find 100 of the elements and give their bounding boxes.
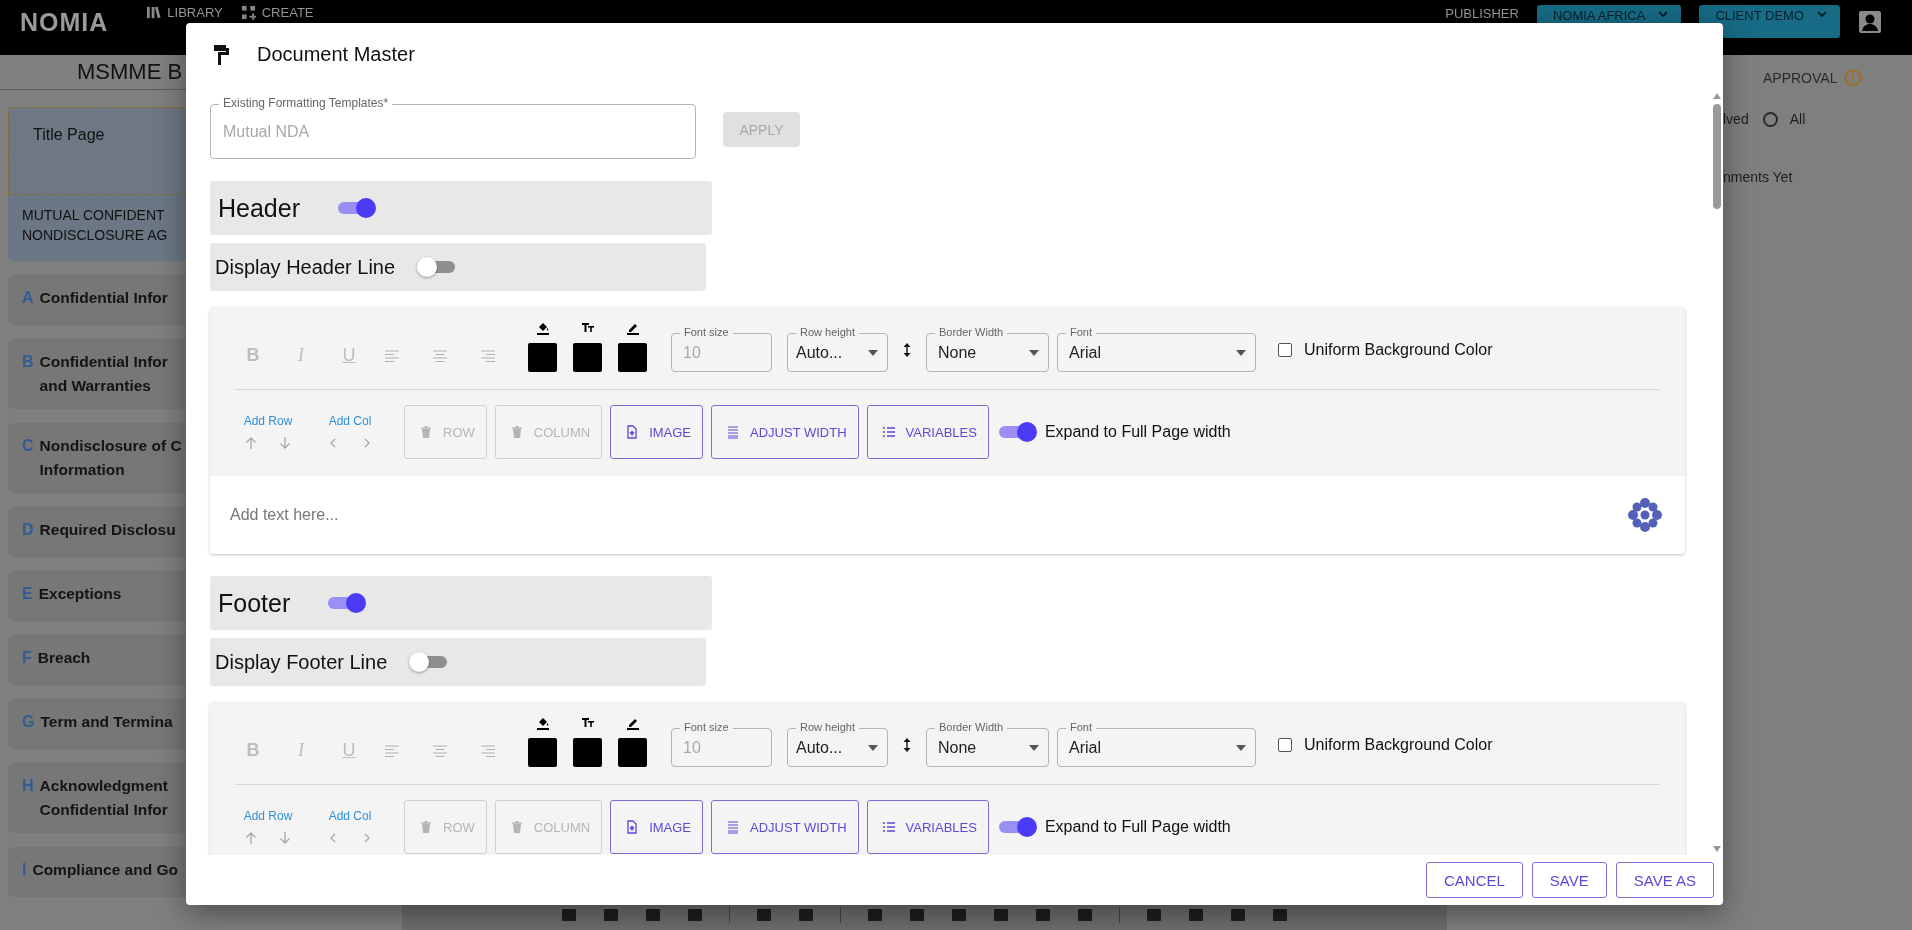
section-title: Confidential Infor <box>39 353 168 371</box>
section-heading: Footer <box>218 588 291 618</box>
text-placeholder: Add text here... <box>230 506 339 524</box>
section-letter: E <box>22 585 33 604</box>
border-width-select[interactable]: Border Width None <box>926 326 1049 372</box>
toolbar-icon[interactable] <box>756 908 772 922</box>
user-icon[interactable] <box>1858 10 1882 34</box>
section-letter: G <box>22 713 35 732</box>
toolbar-icon[interactable] <box>603 908 619 922</box>
font-select[interactable]: Font Arial <box>1057 721 1256 767</box>
file-upload-icon <box>625 820 640 834</box>
toolbar-icon[interactable] <box>1230 908 1246 922</box>
checkbox[interactable] <box>1278 738 1292 752</box>
arrow-up-icon[interactable] <box>244 436 258 450</box>
arrow-up-icon[interactable] <box>244 831 258 845</box>
add-link[interactable]: Add Row <box>243 414 293 428</box>
arrow-down-icon[interactable] <box>278 436 292 450</box>
warning-icon <box>1844 69 1863 87</box>
action-button[interactable]: IMAGE <box>610 405 704 459</box>
field-label: Existing Formatting Templates* <box>219 97 393 110</box>
toolbar-icon[interactable] <box>1188 908 1204 922</box>
color-swatch[interactable] <box>618 343 647 372</box>
toolbar-icon[interactable] <box>951 908 967 922</box>
color-swatch[interactable] <box>618 738 647 767</box>
document-title: MSMME B <box>77 59 183 86</box>
action-button[interactable]: VARIABLES <box>866 405 989 459</box>
arrow-down-icon[interactable] <box>278 831 292 845</box>
list-icon <box>881 425 896 439</box>
caret-down-icon <box>1236 745 1246 751</box>
section-letter: H <box>22 777 34 796</box>
section-card[interactable]: B Confidential Infor and Warranties <box>8 339 186 409</box>
toolbar-icon[interactable] <box>909 908 925 922</box>
lines-icon <box>726 425 741 439</box>
section-letter: B <box>22 353 34 372</box>
field-label: Row height <box>796 326 860 339</box>
dialog-button[interactable]: SAVE AS <box>1615 862 1714 898</box>
toolbar-icon[interactable] <box>993 908 1009 922</box>
color-swatch[interactable] <box>528 738 557 767</box>
action-button[interactable]: ADJUST WIDTH <box>711 405 859 459</box>
toggle-switch[interactable] <box>336 197 376 219</box>
action-button[interactable]: VARIABLES <box>866 800 989 854</box>
section-card[interactable]: D Required Disclosu <box>8 507 186 557</box>
dialog-button[interactable]: SAVE <box>1531 862 1607 898</box>
toggle-switch[interactable] <box>326 592 367 614</box>
logo: NOMIA <box>20 8 109 37</box>
color-swatch[interactable] <box>573 738 602 767</box>
toolbar-icon[interactable] <box>798 908 814 922</box>
field-label: Font <box>1066 721 1096 734</box>
vertical-arrows-icon <box>902 342 912 358</box>
color-swatch[interactable] <box>528 343 557 372</box>
color-swatch[interactable] <box>573 343 602 372</box>
font-select[interactable]: Font Arial <box>1057 326 1256 372</box>
cover-card[interactable]: MUTUAL CONFIDENT NONDISCLOSURE AG <box>8 195 186 261</box>
section-card[interactable]: I Compliance and Go <box>8 847 186 897</box>
section-card[interactable]: A Confidential Infor <box>8 275 186 325</box>
caret-down-icon <box>1029 745 1039 751</box>
toolbar-icon[interactable] <box>1146 908 1162 922</box>
checkbox[interactable] <box>1278 343 1292 357</box>
nav-link[interactable]: LIBRARY <box>167 5 223 20</box>
section-card[interactable]: F Breach <box>8 635 186 685</box>
scrollbar-thumb[interactable] <box>1713 104 1721 209</box>
action-button[interactable]: ADJUST WIDTH <box>711 800 859 854</box>
section-letter: C <box>22 437 34 456</box>
field-label: Font size <box>680 326 733 339</box>
row-height-select[interactable]: Row height Auto... <box>787 326 888 372</box>
text-size-icon <box>580 716 595 730</box>
pen-icon <box>625 716 640 730</box>
section-card[interactable]: E Exceptions <box>8 571 186 621</box>
text-area[interactable]: Add text here... <box>210 476 1685 554</box>
add-link[interactable]: Add Col <box>328 414 372 428</box>
toggle-label: Display Header Line <box>215 255 396 279</box>
account-menu-button[interactable]: CLIENT DEMO <box>1699 5 1840 38</box>
add-link[interactable]: Add Col <box>328 809 372 823</box>
section-title: Term and Termina <box>40 713 173 731</box>
caret-down-icon <box>1236 350 1246 356</box>
row-height-select[interactable]: Row height Auto... <box>787 721 888 767</box>
dialog-button[interactable]: CANCEL <box>1425 862 1523 898</box>
list-icon <box>881 820 896 834</box>
toolbar-icon[interactable] <box>1077 908 1093 922</box>
file-upload-icon <box>625 425 640 439</box>
action-button[interactable]: IMAGE <box>610 800 704 854</box>
section-card[interactable]: G Term and Termina <box>8 699 186 749</box>
toolbar-icon[interactable] <box>561 908 577 922</box>
section-card[interactable]: C Nondisclosure of C Information <box>8 423 186 493</box>
border-width-select[interactable]: Border Width None <box>926 721 1049 767</box>
grid-plus-icon <box>240 5 256 20</box>
nav-link[interactable]: CREATE <box>261 5 314 20</box>
toolbar-icon[interactable] <box>1272 908 1288 922</box>
section-card[interactable]: H Acknowledgment Confidential Infor <box>8 763 186 833</box>
toolbar-icon[interactable] <box>687 908 703 922</box>
field-label: Font <box>1066 326 1096 339</box>
toolbar-icon[interactable] <box>645 908 661 922</box>
flower-icon[interactable] <box>1627 497 1663 533</box>
toolbar-icon[interactable] <box>867 908 883 922</box>
radio-button[interactable] <box>1762 111 1778 127</box>
add-link[interactable]: Add Row <box>243 809 293 823</box>
toolbar-icon[interactable] <box>1035 908 1051 922</box>
section-title: Nondisclosure of C <box>39 437 182 455</box>
title-page-card[interactable]: Title Page <box>8 107 186 195</box>
section-title: Acknowledgment <box>39 777 168 795</box>
